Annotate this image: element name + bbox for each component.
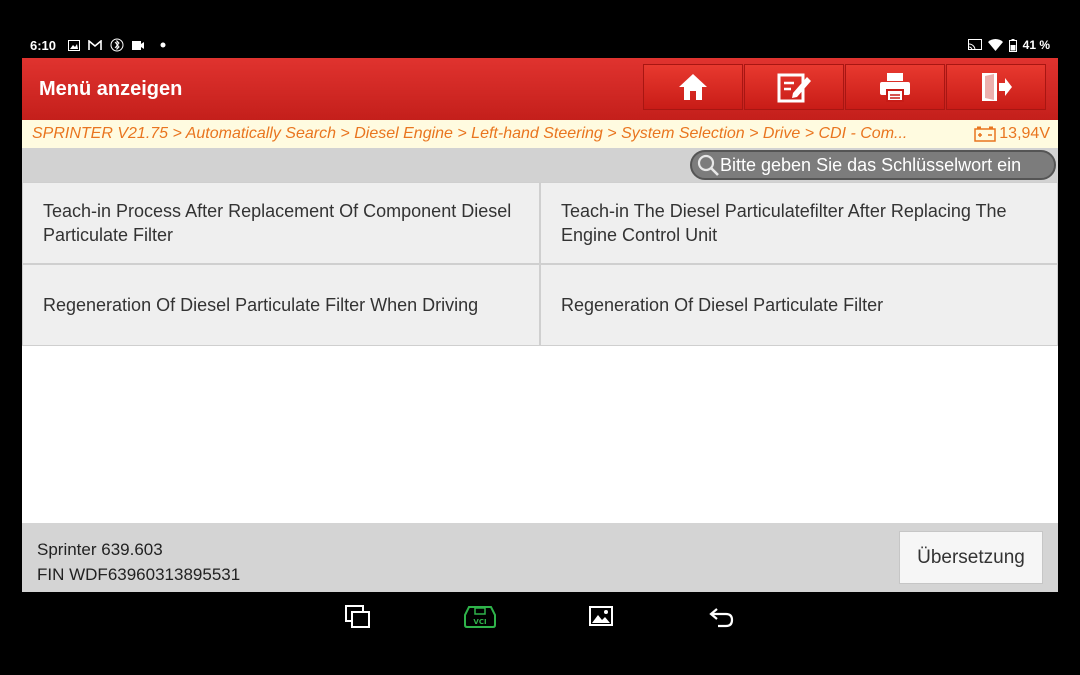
dot-icon bbox=[160, 42, 166, 48]
battery-percent: 41 % bbox=[1022, 38, 1050, 52]
print-button[interactable] bbox=[845, 64, 945, 110]
search-input[interactable] bbox=[720, 154, 1050, 176]
translate-button[interactable]: Übersetzung bbox=[899, 531, 1043, 584]
function-item-teach-in-dpf-replacement[interactable]: Teach-in Process After Replacement Of Co… bbox=[22, 182, 540, 264]
car-battery-icon bbox=[974, 126, 997, 142]
voltage-indicator: 13,94V bbox=[974, 125, 1050, 143]
home-button[interactable] bbox=[643, 64, 743, 110]
video-icon bbox=[132, 40, 144, 50]
function-label: Teach-in Process After Replacement Of Co… bbox=[43, 201, 512, 245]
mail-icon bbox=[88, 39, 102, 50]
vehicle-info: Sprinter 639.603 FIN WDF63960313895531 bbox=[37, 537, 240, 587]
vehicle-vin: FIN WDF63960313895531 bbox=[37, 565, 241, 584]
function-label: Regeneration Of Diesel Particulate Filte… bbox=[561, 295, 884, 315]
edit-icon bbox=[777, 73, 811, 103]
home-icon bbox=[679, 74, 707, 100]
search-icon bbox=[697, 154, 719, 176]
system-nav-bar: VCI bbox=[0, 592, 1080, 675]
image-icon bbox=[68, 39, 80, 51]
function-item-regeneration[interactable]: Regeneration Of Diesel Particulate Filte… bbox=[540, 264, 1058, 346]
function-item-teach-in-dpf-ecu-replacement[interactable]: Teach-in The Diesel Particulatefilter Af… bbox=[540, 182, 1058, 264]
exit-button[interactable] bbox=[946, 64, 1046, 110]
function-item-regeneration-driving[interactable]: Regeneration Of Diesel Particulate Filte… bbox=[22, 264, 540, 346]
vehicle-model: Sprinter 639.603 bbox=[37, 540, 163, 559]
gallery-icon bbox=[589, 606, 613, 626]
voltage-value: 13,94V bbox=[999, 125, 1050, 142]
cast-icon bbox=[967, 39, 982, 51]
search-box[interactable] bbox=[690, 150, 1056, 180]
recent-apps-button[interactable] bbox=[343, 604, 373, 630]
page-title: Menü anzeigen bbox=[39, 78, 183, 100]
recent-apps-icon bbox=[345, 605, 370, 628]
vci-button[interactable]: VCI bbox=[462, 604, 498, 630]
exit-icon bbox=[982, 73, 1012, 101]
diagnostic-app: Menü anzeigen SPRINTER V21.75 > Automati… bbox=[22, 58, 1058, 592]
edit-button[interactable] bbox=[744, 64, 844, 110]
vehicle-info-bar: Sprinter 639.603 FIN WDF63960313895531 Ü… bbox=[22, 523, 1058, 592]
breadcrumb-path: SPRINTER V21.75 > Automatically Search >… bbox=[32, 125, 908, 142]
app-header: Menü anzeigen bbox=[22, 58, 1058, 120]
vci-icon: VCI bbox=[464, 606, 496, 628]
function-label: Regeneration Of Diesel Particulate Filte… bbox=[43, 295, 479, 315]
print-icon bbox=[880, 73, 910, 102]
svg-text:VCI: VCI bbox=[473, 618, 486, 626]
screenshot-button[interactable] bbox=[587, 604, 615, 630]
clock: 6:10 bbox=[30, 38, 57, 53]
wifi-icon bbox=[987, 39, 1003, 51]
battery-icon bbox=[1008, 38, 1017, 52]
breadcrumb: SPRINTER V21.75 > Automatically Search >… bbox=[22, 120, 1058, 148]
search-bar bbox=[22, 148, 1058, 182]
function-label: Teach-in The Diesel Particulatefilter Af… bbox=[561, 201, 1007, 245]
back-icon bbox=[709, 608, 734, 628]
status-bar: 6:10 41 % bbox=[0, 34, 1080, 58]
back-button[interactable] bbox=[707, 604, 737, 630]
bluetooth-icon bbox=[110, 38, 124, 52]
